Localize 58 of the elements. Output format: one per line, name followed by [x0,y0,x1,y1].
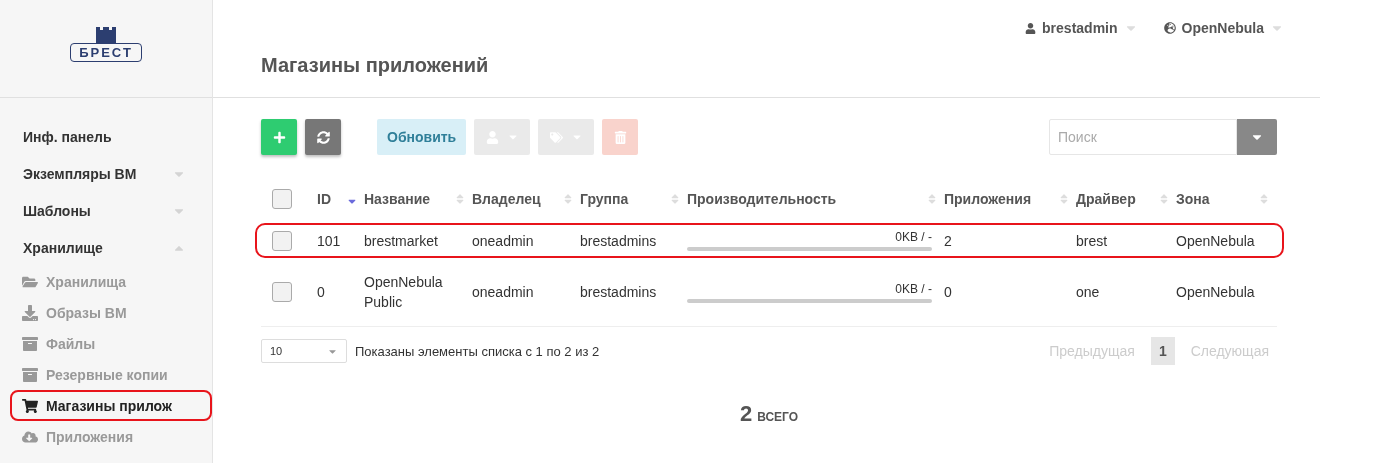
plus-icon [272,130,286,144]
column-header[interactable]: Название [364,191,472,207]
table-cell-text: OpenNebula Public [364,273,444,312]
sidebar-item[interactable]: Хранилище [16,229,186,266]
sidebar-item[interactable]: Экземпляры ВМ [16,155,186,192]
table-cell-text: OpenNebula [1176,283,1256,302]
table-cell-text: 2 [944,231,953,251]
cart-icon [22,397,38,414]
zone-menu[interactable]: OpenNebula [1163,19,1284,37]
user-icon [1025,22,1037,34]
total-count: 2 [739,401,753,427]
sidebar-subitem[interactable]: Магазины прилож [10,390,212,421]
logo[interactable]: БРЕСТ [70,27,142,62]
column-header[interactable]: Группа [580,191,687,207]
user-menu[interactable]: brestadmin [1025,19,1138,37]
column-header[interactable]: ID [317,191,364,207]
row-checkbox[interactable] [272,282,292,302]
table-cell-text: 0 [317,283,326,302]
row-checkbox[interactable] [272,230,292,251]
table-cell-text: one [1076,283,1101,302]
page-size-select[interactable]: 10 [261,339,347,363]
sidebar-item[interactable]: Инф. панель [16,118,186,155]
table-cell-text: oneadmin [472,283,535,302]
search-options-button[interactable] [1237,119,1277,155]
pagination-link[interactable]: 1 [1150,337,1175,365]
table-cell-text: brestadmins [580,231,658,251]
table-cell-text: oneadmin [472,231,535,251]
capacity-text: 0KB / - [895,281,932,296]
table-row[interactable]: 0 OpenNebula Public oneadmin brestadmins 0KB / - 0 one OpenNebula [255,264,1284,320]
capacity-text: 0KB / - [895,230,932,244]
table-cell-text: brestmarket [364,231,439,251]
add-button[interactable] [261,119,297,155]
sidebar-item[interactable]: Шаблоны [16,192,186,229]
cloud-download-icon [22,428,38,445]
column-header[interactable]: Зона [1176,191,1276,207]
trash-icon [613,130,627,144]
refresh-button[interactable] [305,119,341,155]
table-cell-text: brestadmins [580,283,658,302]
select-all-checkbox[interactable] [272,189,292,209]
logo-text: БРЕСТ [70,43,142,62]
table-cell-text: 101 [317,231,342,251]
box-icon [22,366,38,383]
search-field[interactable]: Поиск [1049,119,1237,155]
table-info: Показаны элементы списка с 1 по 2 из 2 [355,343,600,359]
column-header[interactable]: Драйвер [1076,191,1176,207]
page-title: Магазины приложений [261,54,489,78]
refresh-icon [316,130,330,144]
column-header[interactable]: Владелец [472,191,580,207]
table-cell-text: 0 [944,283,953,302]
total-label: ВСЕГО [757,410,799,424]
column-header[interactable]: Приложения [944,191,1076,207]
table-row[interactable]: 101 brestmarket oneadmin brestadmins 0KB / - 2 brest OpenNebula [255,223,1284,258]
globe-icon [1163,22,1176,34]
table-cell-text: brest [1076,231,1109,251]
download-icon [22,304,38,321]
column-header[interactable]: Производительность [687,191,944,207]
table-cell-text: OpenNebula [1176,231,1256,251]
box-icon [22,335,38,352]
